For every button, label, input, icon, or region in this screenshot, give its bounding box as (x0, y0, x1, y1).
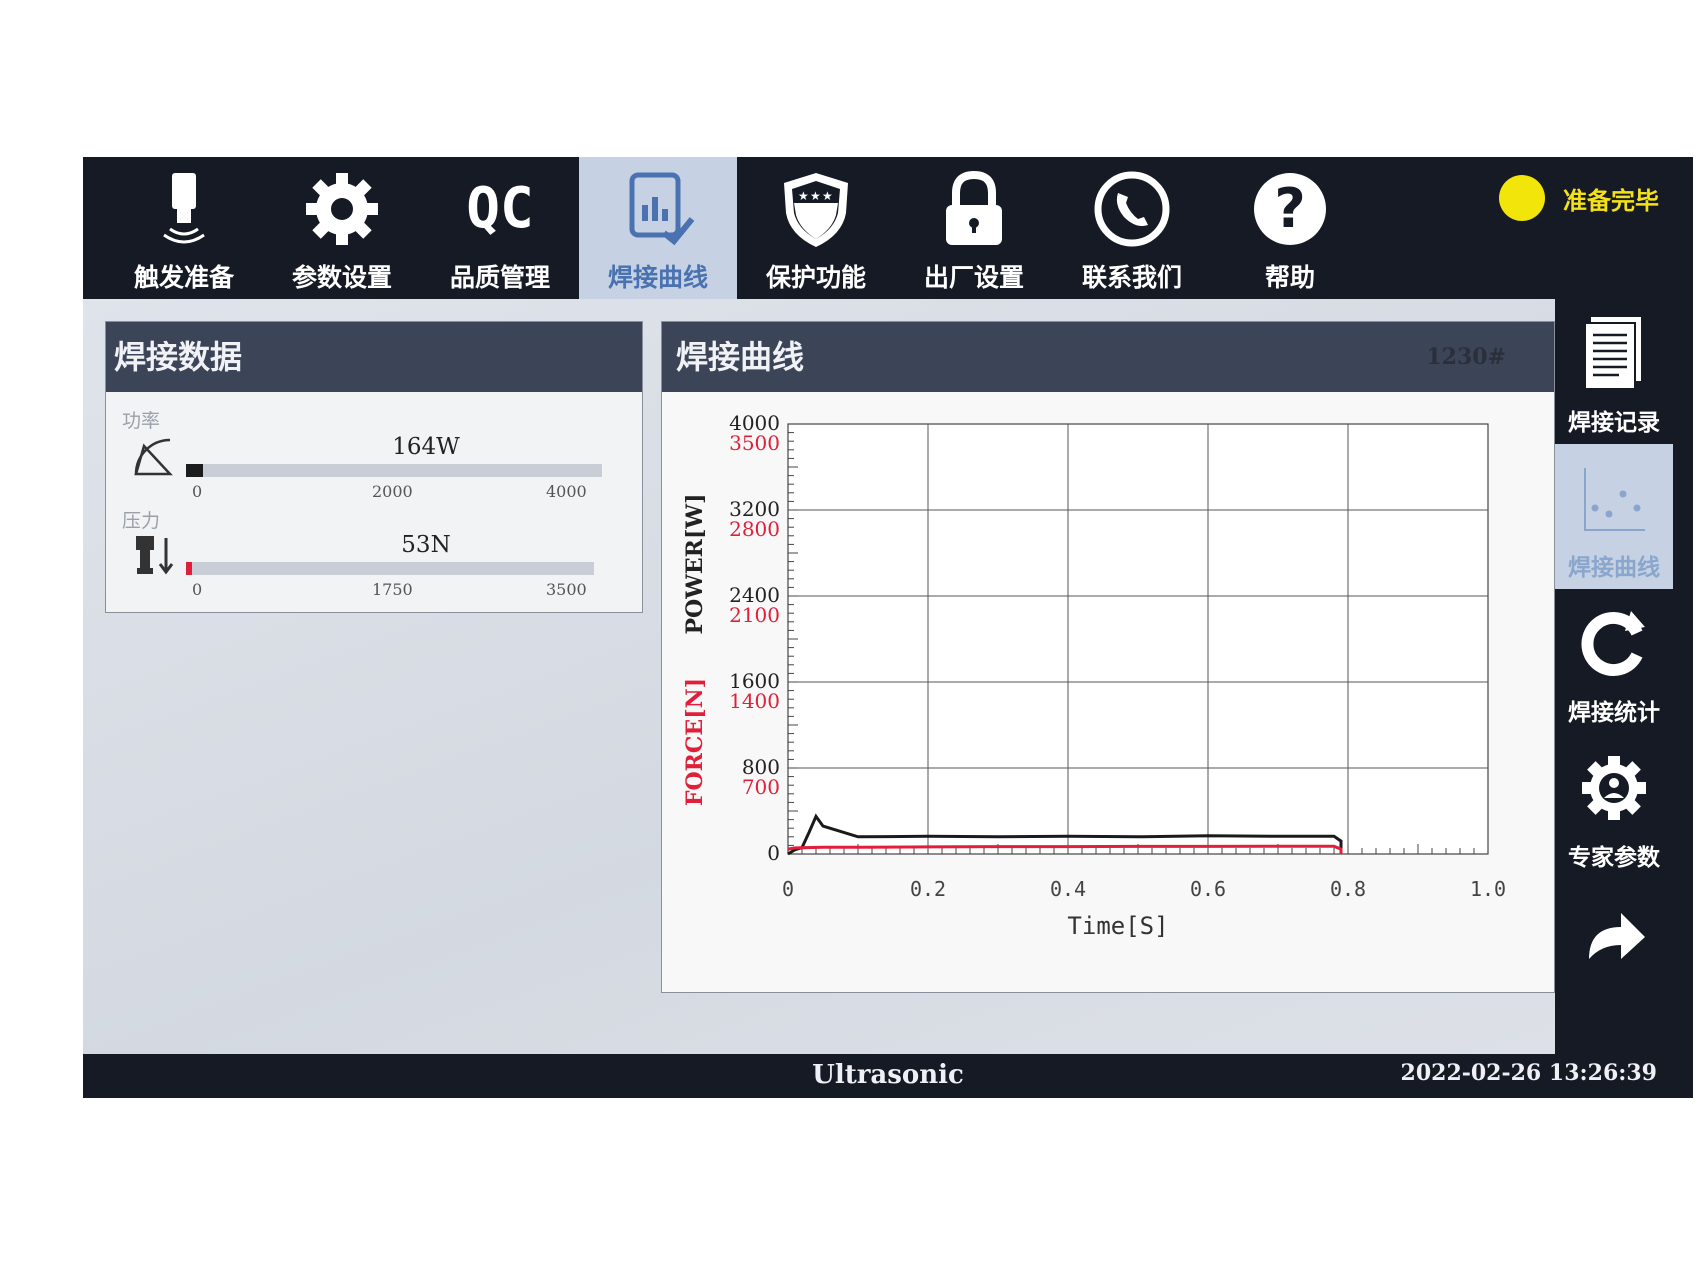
x-axis-label: Time[S] (1067, 912, 1168, 940)
nav-weld-curve[interactable]: 焊接曲线 (579, 157, 737, 299)
nav-help[interactable]: ? 帮助 (1211, 157, 1369, 299)
nav-contact-us[interactable]: 联系我们 (1053, 157, 1211, 299)
force-bar (186, 562, 594, 575)
expert-gear-icon (1582, 756, 1646, 820)
power-tick: 2000 (372, 482, 413, 501)
force-tick-label: 700 (742, 775, 780, 799)
nav-label: 出厂设置 (923, 263, 1024, 292)
shield-stars-icon: ★ ★ ★ (784, 173, 848, 247)
status-text: 准备完毕 (1563, 187, 1659, 215)
help-icon: ? (1254, 173, 1326, 245)
x-tick-label: 0 (782, 877, 794, 901)
power-tick: 4000 (546, 482, 587, 501)
scatter-chart-icon (1584, 468, 1645, 531)
force-value: 53N (401, 532, 451, 558)
nav-label: 联系我们 (1081, 263, 1182, 292)
power-tick-label: 0 (767, 841, 780, 865)
nav-label: 焊接曲线 (607, 263, 708, 292)
document-icon (1584, 317, 1641, 390)
bottom-bar: Ultrasonic 2022-02-26 13:26:39 (83, 1054, 1693, 1098)
force-tick-label: 1400 (729, 689, 780, 713)
side-label: 焊接记录 (1568, 410, 1660, 436)
force-tick: 0 (192, 580, 203, 599)
side-expert-params[interactable]: 专家参数 (1555, 734, 1673, 879)
svg-text:★: ★ (798, 189, 809, 203)
plot-area (787, 423, 1489, 855)
weld-curve-panel: 焊接曲线 1230# 0 0.2 0.4 0.6 0.8 1.0 4000 3200 2400 1… (661, 321, 1555, 993)
side-weld-stats[interactable]: 焊接统计 (1555, 589, 1673, 734)
refresh-stats-icon (1581, 611, 1645, 676)
nav-label: 触发准备 (133, 263, 234, 292)
side-label: 焊接统计 (1568, 700, 1660, 726)
nav-trigger-ready[interactable]: 触发准备 (105, 157, 263, 299)
datetime: 2022-02-26 13:26:39 (1400, 1060, 1657, 1086)
main-content: 焊接数据 功率 164W 0 2000 4000 压力 53N 0 1750 3… (83, 299, 1555, 1054)
x-tick-label: 0.4 (1050, 877, 1086, 901)
power-value: 164W (392, 434, 460, 460)
gear-icon (306, 173, 378, 245)
svg-text:?: ? (1274, 177, 1305, 240)
panel-title: 焊接曲线 (662, 322, 1554, 392)
nav-label: 品质管理 (449, 263, 550, 292)
force-bar-fill (186, 562, 193, 575)
nav-label: 帮助 (1264, 263, 1315, 292)
force-tick: 1750 (372, 580, 413, 599)
power-tick: 0 (192, 482, 203, 501)
svg-text:★: ★ (810, 189, 821, 203)
power-label: 功率 (122, 410, 161, 432)
nav-label: 保护功能 (765, 263, 866, 292)
x-tick-label: 0.6 (1190, 877, 1226, 901)
nav-param-settings[interactable]: 参数设置 (263, 157, 421, 299)
side-forward-button[interactable] (1555, 879, 1673, 1024)
x-tick-label: 0.2 (910, 877, 946, 901)
svg-text:★: ★ (822, 189, 833, 203)
weld-data-panel: 焊接数据 功率 164W 0 2000 4000 压力 53N 0 1750 3… (105, 321, 643, 613)
force-label: 压力 (122, 510, 161, 532)
chart-check-icon (629, 172, 695, 246)
nav-factory-settings[interactable]: 出厂设置 (895, 157, 1053, 299)
nav-label: 参数设置 (291, 263, 392, 292)
lock-icon (946, 170, 1002, 245)
forward-arrow-icon (1589, 913, 1645, 959)
side-label: 专家参数 (1568, 845, 1660, 871)
horn-trigger-icon (163, 173, 205, 244)
force-tick-label: 2800 (729, 517, 780, 541)
nav-quality-management[interactable]: QC 品质管理 (421, 157, 579, 299)
side-label: 焊接曲线 (1568, 555, 1660, 581)
nav-protection[interactable]: ★ ★ ★ 保护功能 (737, 157, 895, 299)
force-press-icon (136, 536, 174, 575)
status-indicator-icon (1499, 175, 1545, 221)
power-gauge-icon (134, 438, 173, 476)
weld-count: 1230# (1426, 344, 1506, 370)
power-bar-fill (186, 464, 204, 477)
force-tick-label: 3500 (729, 431, 780, 455)
force-tick: 3500 (546, 580, 587, 599)
right-sidebar: 焊接记录 焊接曲线 焊接统计 专家参数 (1555, 299, 1673, 1054)
hmi-screen: 触发准备 参数设置 QC 品质管理 焊接曲线 ★ ★ ★ 保护功能 出厂设置 联… (83, 157, 1693, 1098)
x-tick-label: 1.0 (1470, 877, 1506, 901)
power-axis-label: POWER[W] (682, 494, 708, 635)
force-tick-label: 2100 (729, 603, 780, 627)
force-axis-label: FORCE[N] (682, 678, 708, 806)
weld-curve-chart: 0 0.2 0.4 0.6 0.8 1.0400032002400160080003500… (682, 411, 1506, 940)
panel-title: 焊接数据 (106, 322, 642, 392)
side-weld-curve[interactable]: 焊接曲线 (1555, 444, 1673, 589)
phone-icon (1094, 171, 1170, 247)
x-tick-label: 0.8 (1330, 877, 1366, 901)
qc-icon: QC (466, 176, 534, 241)
power-bar (186, 464, 602, 477)
side-weld-records[interactable]: 焊接记录 (1555, 299, 1673, 444)
top-navigation: 触发准备 参数设置 QC 品质管理 焊接曲线 ★ ★ ★ 保护功能 出厂设置 联… (83, 157, 1693, 299)
